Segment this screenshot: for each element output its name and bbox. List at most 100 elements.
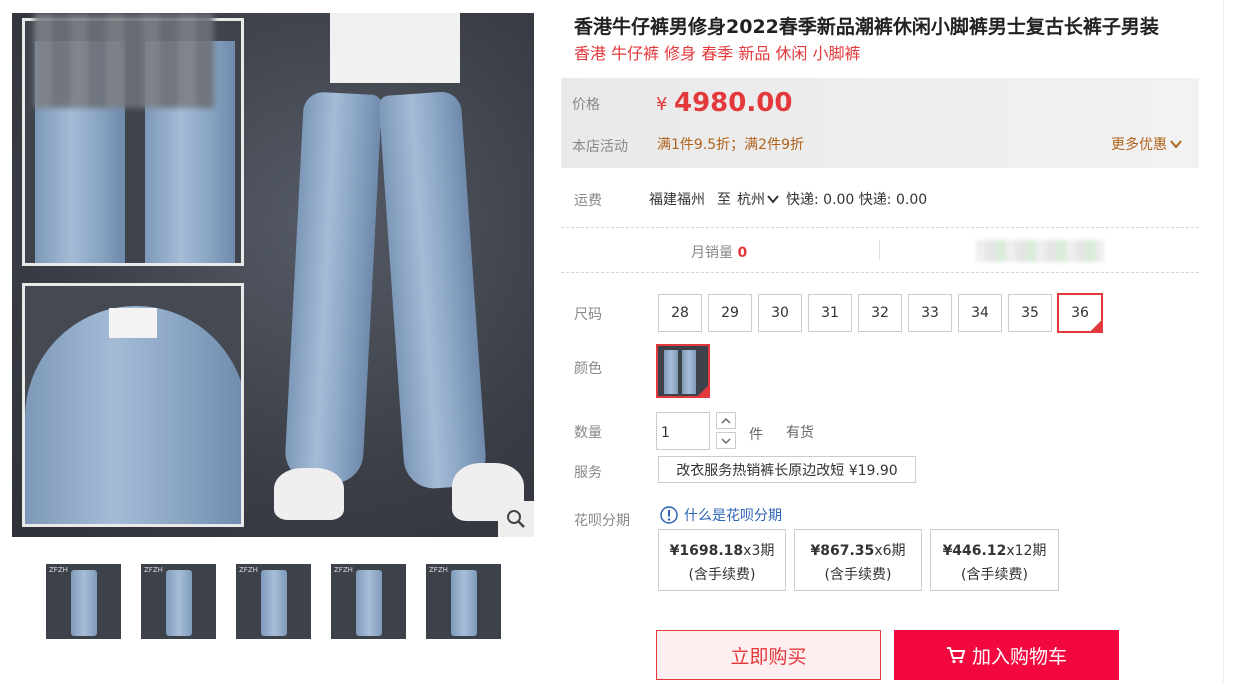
- installment-amount: ¥1698.18: [669, 543, 744, 559]
- installment-option-6[interactable]: ¥867.35x6期 (含手续费): [794, 529, 922, 591]
- quantity-unit: 件: [749, 427, 763, 443]
- thumbnail-5[interactable]: ZFZH: [426, 564, 501, 639]
- vertical-divider: [879, 240, 880, 260]
- quantity-label: 数量: [574, 425, 602, 441]
- activity-label: 本店活动: [572, 139, 628, 155]
- color-label: 颜色: [574, 361, 602, 377]
- thumbnail-jeans: [166, 570, 192, 636]
- huabei-label: 花呗分期: [574, 513, 630, 529]
- buy-now-button[interactable]: 立即购买: [656, 630, 881, 680]
- blurred-info: [976, 240, 1104, 262]
- shipping-fee: 快递: 0.00 快递: 0.00: [786, 192, 928, 208]
- installment-amount-line: ¥446.12x12期: [931, 539, 1058, 563]
- size-option-35[interactable]: 35: [1008, 294, 1052, 332]
- installment-option-3[interactable]: ¥1698.18x3期 (含手续费): [658, 529, 786, 591]
- huabei-info-text: 什么是花呗分期: [684, 508, 782, 524]
- shipping-label: 运费: [574, 193, 602, 209]
- shipping-to-word: 至: [717, 192, 731, 208]
- quantity-increase[interactable]: [716, 412, 736, 429]
- model-shirt: [330, 13, 460, 83]
- product-subtitle: 香港 牛仔裤 修身 春季 新品 休闲 小脚裤: [574, 44, 861, 63]
- size-option-29[interactable]: 29: [708, 294, 752, 332]
- size-option-30[interactable]: 30: [758, 294, 802, 332]
- quantity-decrease[interactable]: [716, 432, 736, 449]
- selected-check-icon: [1090, 320, 1102, 332]
- size-option-31[interactable]: 31: [808, 294, 852, 332]
- swatch-jeans: [664, 350, 678, 394]
- blurred-watermark: [34, 13, 214, 108]
- sales-count: 0: [737, 245, 748, 261]
- price-panel: [561, 78, 1199, 168]
- installment-period: x6期: [874, 543, 906, 559]
- size-option-28[interactable]: 28: [658, 294, 702, 332]
- installment-note: (含手续费): [961, 567, 1028, 583]
- installment-period: x12期: [1006, 543, 1047, 559]
- chevron-up-icon: [721, 417, 731, 424]
- thumbnail-label: ZFZH: [144, 566, 163, 574]
- thumbnail-4[interactable]: ZFZH: [331, 564, 406, 639]
- size-option-36[interactable]: 36: [1057, 293, 1103, 333]
- size-option-33[interactable]: 33: [908, 294, 952, 332]
- zoom-button[interactable]: [498, 501, 534, 537]
- color-swatch[interactable]: [656, 344, 710, 398]
- service-label: 服务: [574, 465, 602, 481]
- size-label: 尺码: [574, 307, 602, 323]
- detail-inset-back: [22, 283, 244, 527]
- price-value: 4980.00: [674, 88, 793, 118]
- size-option-32[interactable]: 32: [858, 294, 902, 332]
- info-icon: [660, 506, 678, 524]
- promo-text: 满1件9.5折；满2件9折: [657, 137, 804, 153]
- main-product-image[interactable]: [12, 13, 534, 537]
- shipping-origin: 福建福州: [649, 192, 705, 208]
- magnifier-icon: [507, 510, 525, 528]
- installment-amount: ¥446.12: [942, 543, 1007, 559]
- add-to-cart-button[interactable]: 加入购物车: [894, 630, 1119, 680]
- thumbnail-jeans: [261, 570, 287, 636]
- destination-city: 杭州: [737, 192, 765, 208]
- size-option-label: 36: [1071, 305, 1089, 321]
- inset-back-jeans: [25, 306, 241, 524]
- thumbnail-label: ZFZH: [49, 566, 68, 574]
- selected-check-icon: [697, 385, 708, 396]
- price-currency: ¥: [656, 94, 668, 115]
- installment-option-12[interactable]: ¥446.12x12期 (含手续费): [930, 529, 1059, 591]
- chevron-down-icon: [767, 195, 779, 204]
- installment-period: x3期: [743, 543, 775, 559]
- thumbnail-2[interactable]: ZFZH: [141, 564, 216, 639]
- product-title: 香港牛仔裤男修身2022春季新品潮裤休闲小脚裤男士复古长裤子男装: [574, 16, 1159, 38]
- thumbnail-jeans: [71, 570, 97, 636]
- installment-amount: ¥867.35: [810, 543, 875, 559]
- thumbnail-1[interactable]: ZFZH: [46, 564, 121, 639]
- thumbnail-label: ZFZH: [429, 566, 448, 574]
- monthly-sales: 月销量 0: [691, 242, 747, 262]
- divider: [561, 227, 1199, 228]
- model-left-shoe: [274, 468, 344, 520]
- chevron-down-icon: [1170, 140, 1182, 149]
- thumbnail-label: ZFZH: [334, 566, 353, 574]
- swatch-jeans: [682, 350, 696, 394]
- huabei-info-link[interactable]: 什么是花呗分期: [660, 505, 782, 525]
- thumbnail-label: ZFZH: [239, 566, 258, 574]
- chevron-down-icon: [721, 437, 731, 444]
- more-deals-link[interactable]: 更多优惠: [1111, 134, 1182, 154]
- page-edge-rule: [1223, 0, 1224, 683]
- destination-selector[interactable]: 杭州: [737, 189, 779, 209]
- add-to-cart-label: 加入购物车: [971, 645, 1067, 668]
- quantity-input[interactable]: 1: [656, 412, 710, 450]
- brand-patch: [109, 308, 157, 338]
- sales-label: 月销量: [691, 245, 733, 261]
- installment-note: (含手续费): [688, 567, 756, 583]
- thumbnail-jeans: [451, 570, 477, 636]
- size-option-34[interactable]: 34: [958, 294, 1002, 332]
- thumbnail-jeans: [356, 570, 382, 636]
- price-label: 价格: [572, 97, 600, 113]
- stock-status: 有货: [786, 425, 814, 441]
- thumbnail-strip: ZFZH ZFZH ZFZH ZFZH ZFZH: [46, 564, 501, 639]
- installment-amount-line: ¥867.35x6期: [795, 539, 921, 563]
- divider: [561, 272, 1199, 273]
- installment-note: (含手续费): [824, 567, 892, 583]
- more-deals-label: 更多优惠: [1111, 137, 1167, 153]
- thumbnail-3[interactable]: ZFZH: [236, 564, 311, 639]
- alteration-service-option[interactable]: 改衣服务热销裤长原边改短 ¥19.90: [658, 456, 916, 483]
- installment-amount-line: ¥1698.18x3期: [659, 539, 785, 563]
